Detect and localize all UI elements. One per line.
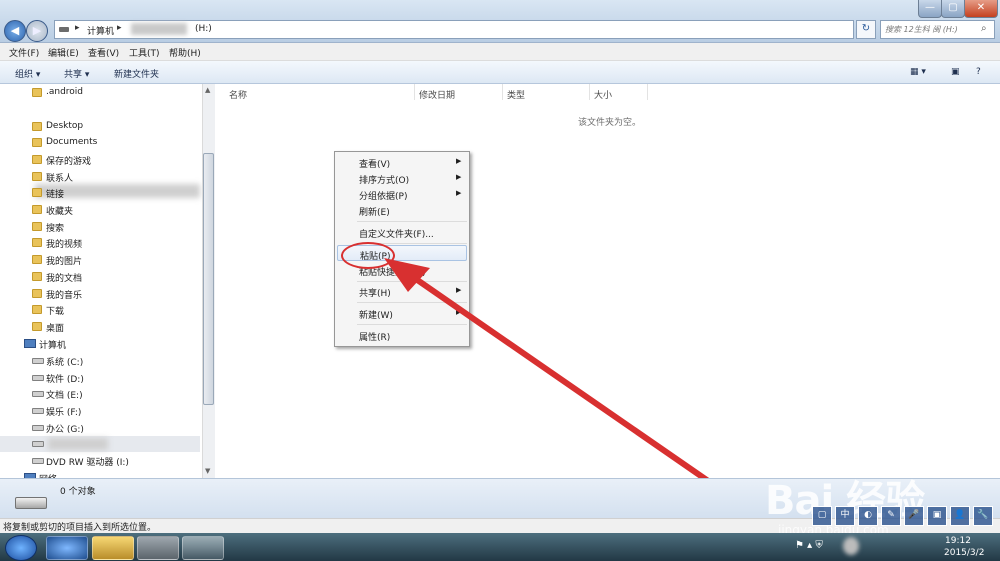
taskbar-ie-icon[interactable] (46, 536, 88, 560)
ime-icon[interactable]: ▢ (812, 506, 832, 526)
status-hint: 将复制或剪切的项目插入到所选位置。 (3, 523, 157, 533)
microphone-icon[interactable]: 🎤 (904, 506, 924, 526)
item-count: 0 个对象 (60, 487, 96, 497)
ime-toolbar: ▢ 中 ◐ ✎ 🎤 ▣ 👤 🔧 (810, 506, 1000, 528)
clock-date[interactable]: 2015/3/2 (944, 548, 984, 558)
drive-icon (15, 497, 47, 509)
ime-icon[interactable]: ✎ (881, 506, 901, 526)
system-tray-icons[interactable]: ⚑ ▴ ⛨ (795, 540, 823, 551)
clock-time[interactable]: 19:12 (945, 536, 971, 546)
user-icon[interactable]: 👤 (950, 506, 970, 526)
taskbar-explorer-icon[interactable] (92, 536, 134, 560)
taskbar-app-icon[interactable] (137, 536, 179, 560)
start-button[interactable] (5, 535, 37, 561)
ime-icon[interactable]: ◐ (858, 506, 878, 526)
ime-icon[interactable]: ▣ (927, 506, 947, 526)
wrench-icon[interactable]: 🔧 (973, 506, 993, 526)
taskbar-drive-window[interactable] (182, 536, 224, 560)
redacted-tray-icon (843, 537, 859, 555)
ime-icon[interactable]: 中 (835, 506, 855, 526)
